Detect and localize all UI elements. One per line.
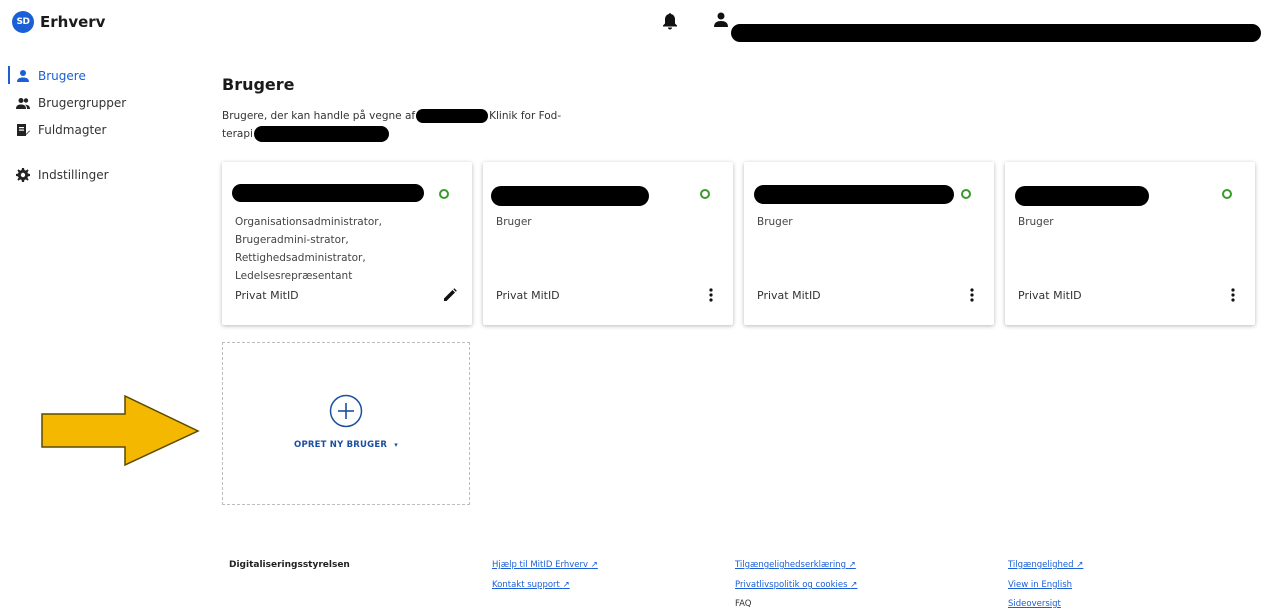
external-link-icon: ↗ [848,560,856,570]
login-method: Privat MitID [235,289,299,302]
user-card[interactable]: Bruger Privat MitID [483,162,733,325]
login-method: Privat MitID [1018,289,1082,302]
person-icon [17,69,29,82]
external-link-icon: ↗ [590,560,598,570]
login-method: Privat MitID [496,289,560,302]
sidebar-item-indstillinger[interactable]: Indstillinger [0,161,190,188]
more-vertical-icon[interactable] [964,287,980,303]
user-card[interactable]: Bruger Privat MitID [1005,162,1255,325]
sidebar-item-label: Brugergrupper [38,95,127,110]
create-user-button[interactable]: OPRET NY BRUGER ▾ [222,342,470,505]
footer-link-english[interactable]: View in English [1008,580,1072,590]
redacted-user-name [1015,186,1149,206]
user-card[interactable]: Organisationsadministrator, Brugeradmini… [222,162,472,325]
description-text: Klinik for Fod- [489,110,562,122]
status-active-icon [700,189,710,199]
redacted-user-name [491,186,649,206]
annotation-arrow-icon [41,395,200,467]
user-role: Bruger [1018,216,1054,228]
footer-org-name: Digitaliseringsstyrelsen [229,560,350,570]
more-vertical-icon[interactable] [1225,287,1241,303]
footer: Digitaliseringsstyrelsen Hjælp til MitID… [0,555,1285,609]
redacted-user-name [754,185,954,204]
status-active-icon [439,189,449,199]
sidebar-item-brugere[interactable]: Brugere [0,62,190,89]
footer-link-faq[interactable]: FAQ [735,599,751,609]
redacted-organization [253,126,389,142]
plus-circle-icon [329,394,363,428]
footer-link-sitemap[interactable]: Sideoversigt [1008,599,1061,609]
redacted-organization [416,109,489,123]
chevron-down-icon: ▾ [394,441,398,449]
bell-icon[interactable] [662,12,678,30]
user-icon[interactable] [713,11,729,29]
sidebar-item-label: Indstillinger [38,167,109,182]
page-title: Brugere [222,75,295,94]
description-text: terapi [222,128,253,140]
login-method: Privat MitID [757,289,821,302]
sidebar-item-label: Fuldmagter [38,122,107,137]
footer-link-support[interactable]: Kontakt support ↗ [492,580,570,590]
sidebar-item-label: Brugere [38,68,86,83]
status-active-icon [1222,189,1232,199]
redacted-user-name [731,24,1261,42]
user-role: Bruger [757,216,793,228]
gear-icon [16,167,30,182]
redacted-user-name [232,184,424,202]
description-text: Brugere, der kan handle på vegne af [222,110,416,122]
logo-badge: SD [12,11,34,33]
sidebar-item-fuldmagter[interactable]: Fuldmagter [0,116,190,143]
app-name: Erhverv [40,13,106,31]
page-description: Brugere, der kan handle på vegne af Klini… [222,107,582,143]
external-link-icon: ↗ [562,580,570,590]
user-card[interactable]: Bruger Privat MitID [744,162,994,325]
more-vertical-icon[interactable] [703,287,719,303]
footer-link-accessibility-statement[interactable]: Tilgængelighedserklæring ↗ [735,560,856,570]
footer-link-privacy[interactable]: Privatlivspolitik og cookies ↗ [735,580,857,590]
user-role: Organisationsadministrator, Brugeradmini… [235,216,382,282]
people-icon [16,97,30,109]
top-bar: SD Erhverv [0,0,1285,42]
sidebar-nav: Brugere Brugergrupper Fuldmagter Indstil… [0,62,190,188]
document-edit-icon [17,123,30,136]
user-role: Bruger [496,216,532,228]
app-logo[interactable]: SD Erhverv [12,11,105,33]
external-link-icon: ↗ [850,580,858,590]
pencil-icon[interactable] [442,287,458,303]
sidebar-item-brugergrupper[interactable]: Brugergrupper [0,89,190,116]
footer-link-accessibility[interactable]: Tilgængelighed ↗ [1008,560,1083,570]
status-active-icon [961,189,971,199]
create-user-label: OPRET NY BRUGER ▾ [294,440,398,450]
footer-link-help[interactable]: Hjælp til MitID Erhverv ↗ [492,560,598,570]
external-link-icon: ↗ [1076,560,1084,570]
